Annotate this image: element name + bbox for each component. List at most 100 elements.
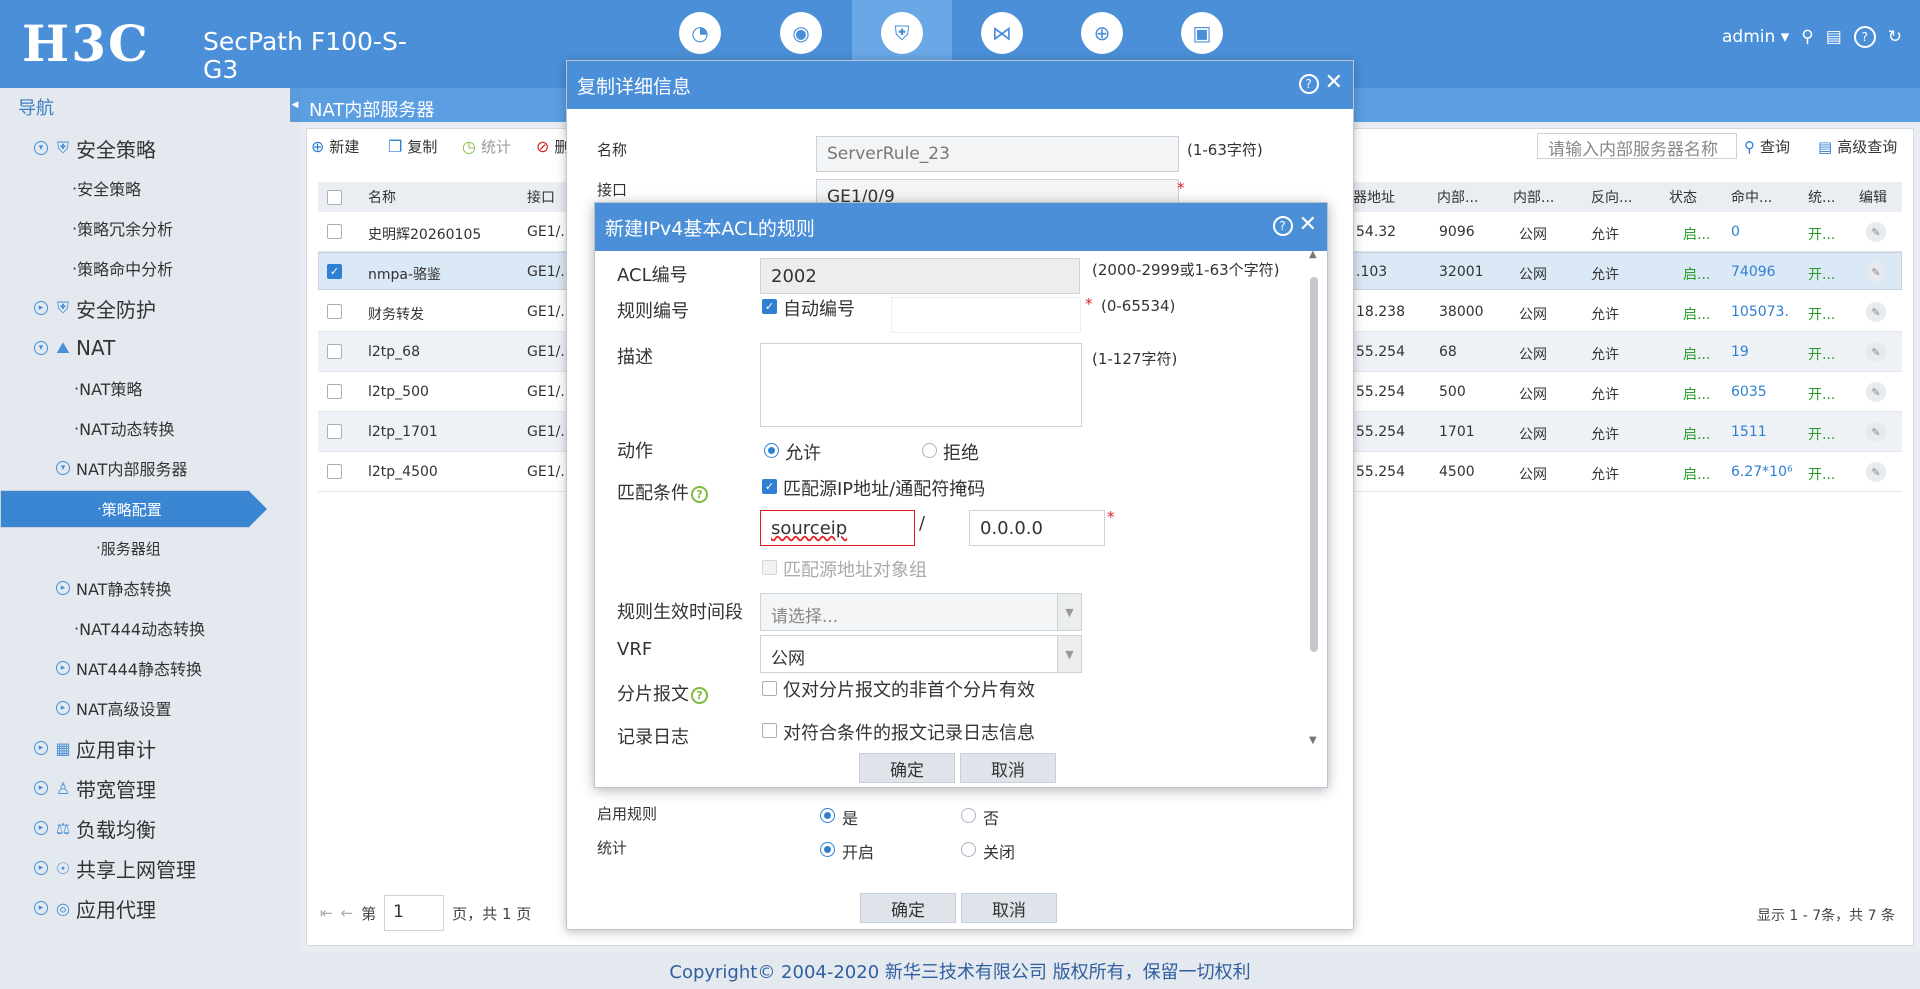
nav-item-security-protection[interactable]: ▸ ⛨ 安全防护 <box>0 290 300 326</box>
edit-icon[interactable]: ✎ <box>1866 422 1886 442</box>
cancel-button[interactable]: 取消 <box>961 893 1057 923</box>
time-range-select[interactable]: 请选择... ▼ <box>760 593 1082 631</box>
search-input[interactable]: 请输入内部服务器名称 <box>1537 133 1737 160</box>
advanced-search-button[interactable]: ▤ 高级查询 <box>1818 136 1897 157</box>
edit-icon[interactable]: ✎ <box>1866 342 1886 362</box>
match-object-group-checkbox[interactable] <box>762 560 777 575</box>
edit-icon[interactable]: ✎ <box>1866 262 1886 282</box>
cell-hits[interactable]: 6035 <box>1731 384 1767 400</box>
col-hits[interactable]: 命中... <box>1731 187 1772 207</box>
help-icon[interactable]: ? <box>691 686 708 704</box>
row-checkbox[interactable] <box>327 224 342 239</box>
dialog-scrollbar[interactable]: ▲ ▼ <box>1307 249 1321 749</box>
col-inner-port[interactable]: 内部... <box>1437 187 1478 207</box>
cell-hits[interactable]: 6.27*10⁶ <box>1731 464 1793 480</box>
nav-item-app-audit[interactable]: ▸ ▦ 应用审计 <box>0 730 300 766</box>
ok-button[interactable]: 确定 <box>859 753 955 783</box>
nav-item-nat-advanced[interactable]: ▸ NAT高级设置 <box>0 690 300 726</box>
collapse-nav-button[interactable]: ◀ <box>290 88 300 122</box>
description-textarea[interactable] <box>760 343 1082 427</box>
ok-button[interactable]: 确定 <box>860 893 956 923</box>
col-reverse[interactable]: 反向... <box>1591 187 1632 207</box>
enable-yes-radio[interactable] <box>820 808 835 823</box>
col-status[interactable]: 状态 <box>1669 187 1697 207</box>
nav-item-load-balance[interactable]: ▸ ⚖ 负载均衡 <box>0 810 300 846</box>
rule-number-input[interactable] <box>891 297 1081 333</box>
nav-item-hit-analysis[interactable]: · 策略命中分析 <box>0 250 300 286</box>
fragment-checkbox[interactable] <box>762 681 777 696</box>
refresh-icon[interactable]: ↻ <box>1888 27 1902 47</box>
prev-page-icon[interactable]: ← <box>341 904 354 922</box>
close-icon[interactable]: ✕ <box>1299 214 1317 236</box>
nav-system[interactable]: ⊕ <box>1052 0 1152 60</box>
tab-nat-server[interactable]: NAT内部服务器 <box>309 96 434 122</box>
select-all-checkbox[interactable] <box>327 190 342 205</box>
col-address[interactable]: 器地址 <box>1353 187 1395 207</box>
new-button[interactable]: ⊕ 新建 <box>311 136 359 156</box>
help-icon[interactable]: ? <box>1853 26 1876 48</box>
search-icon[interactable]: ⚲ <box>1801 27 1813 47</box>
cell-hits[interactable]: 74096 <box>1731 264 1776 280</box>
nav-item-security-policy[interactable]: ▾ ⛨ 安全策略 <box>0 130 300 166</box>
cell-hits[interactable]: 1511 <box>1731 424 1767 440</box>
nav-item-server-group[interactable]: · 服务器组 <box>0 530 300 566</box>
search-button[interactable]: ⚲ 查询 <box>1744 136 1790 157</box>
edit-icon[interactable]: ✎ <box>1866 462 1886 482</box>
row-checkbox[interactable] <box>327 424 342 439</box>
scroll-thumb[interactable] <box>1310 277 1318 652</box>
first-page-icon[interactable]: ⇤ <box>320 904 333 922</box>
edit-icon[interactable]: ✎ <box>1866 382 1886 402</box>
save-icon[interactable]: ▤ <box>1826 27 1842 47</box>
copy-button[interactable]: ❐ 复制 <box>388 136 437 156</box>
wildcard-input[interactable]: 0.0.0.0 <box>969 510 1105 546</box>
nav-item-app-proxy[interactable]: ▸ ◎ 应用代理 <box>0 890 300 926</box>
cell-hits[interactable]: 19 <box>1731 344 1749 360</box>
help-icon[interactable]: ? <box>1298 74 1319 94</box>
edit-icon[interactable]: ✎ <box>1866 222 1886 242</box>
nav-item-policy-config[interactable]: · 策略配置 <box>0 490 267 528</box>
nav-network[interactable]: ⋈ <box>952 0 1052 60</box>
col-stat[interactable]: 统... <box>1808 187 1835 207</box>
scroll-up-icon[interactable]: ▲ <box>1309 249 1317 260</box>
vrf-select[interactable]: 公网 ▼ <box>760 635 1082 673</box>
auto-number-checkbox[interactable]: ✓ <box>762 299 777 314</box>
cancel-button[interactable]: 取消 <box>960 753 1056 783</box>
row-checkbox[interactable] <box>327 384 342 399</box>
delete-button[interactable]: ⊘ 删 <box>536 136 569 156</box>
row-checkbox[interactable] <box>327 304 342 319</box>
row-checkbox[interactable] <box>327 344 342 359</box>
nav-item-redundancy[interactable]: · 策略冗余分析 <box>0 210 300 246</box>
acl-number-input[interactable]: 2002 <box>760 258 1080 294</box>
col-name[interactable]: 名称 <box>368 187 396 207</box>
nav-item-nat-dynamic[interactable]: · NAT动态转换 <box>0 410 300 446</box>
nav-monitor[interactable]: ◉ <box>751 0 851 60</box>
edit-icon[interactable]: ✎ <box>1866 302 1886 322</box>
row-checkbox[interactable]: ✓ <box>327 264 342 279</box>
enable-no-radio[interactable] <box>961 808 976 823</box>
nav-device[interactable]: ▣ <box>1152 0 1252 60</box>
stats-off-radio[interactable] <box>961 842 976 857</box>
page-input[interactable]: 1 <box>384 895 445 931</box>
user-menu[interactable]: admin ▾ <box>1722 27 1789 47</box>
nav-item-nat444-static[interactable]: ▸ NAT444静态转换 <box>0 650 300 686</box>
nav-item-nat-policy[interactable]: · NAT策略 <box>0 370 300 406</box>
source-ip-input[interactable]: sourceip <box>760 510 915 546</box>
close-icon[interactable]: ✕ <box>1325 72 1343 94</box>
log-checkbox[interactable] <box>762 723 777 738</box>
nav-item-shared-access[interactable]: ▸ ☉ 共享上网管理 <box>0 850 300 886</box>
nav-policy[interactable]: ⛨ <box>852 0 952 60</box>
nav-item-bandwidth[interactable]: ▸ ♙ 带宽管理 <box>0 770 300 806</box>
col-interface[interactable]: 接口 <box>527 187 555 207</box>
nav-item-security-policy-sub[interactable]: · 安全策略 <box>0 170 300 206</box>
cell-hits[interactable]: 0 <box>1731 224 1740 240</box>
cell-hits[interactable]: 105073. <box>1731 304 1789 320</box>
nav-item-nat[interactable]: ▾ ⛰ NAT <box>0 330 300 366</box>
stats-button[interactable]: ◷ 统计 <box>462 136 511 156</box>
col-inner-vpn[interactable]: 内部... <box>1513 187 1554 207</box>
scroll-down-icon[interactable]: ▼ <box>1309 735 1317 746</box>
permit-radio[interactable] <box>764 443 779 458</box>
nav-dashboard[interactable]: ◔ <box>650 0 750 60</box>
help-icon[interactable]: ? <box>1272 216 1293 236</box>
help-icon[interactable]: ? <box>691 485 708 503</box>
match-src-ip-checkbox[interactable]: ✓ <box>762 479 777 494</box>
